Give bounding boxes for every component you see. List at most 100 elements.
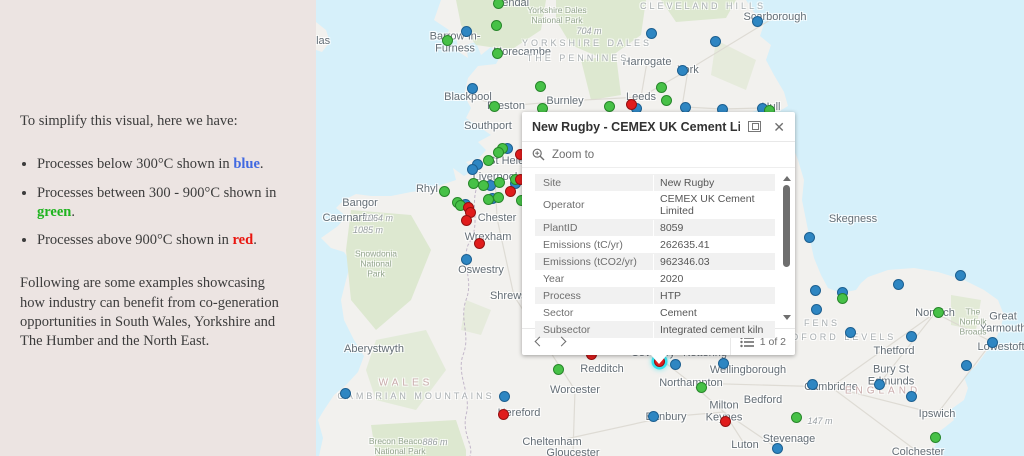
attribute-row: SiteNew Rugby: [535, 174, 775, 191]
attribute-value: Cement: [653, 305, 775, 321]
marker-red[interactable]: [461, 215, 472, 226]
previous-feature-button[interactable]: [535, 337, 545, 347]
marker-green[interactable]: [483, 155, 494, 166]
attribute-row: SectorCement: [535, 304, 775, 321]
marker-blue[interactable]: [752, 16, 763, 27]
map-label: CLEVELAND HILLS: [640, 1, 766, 11]
attribute-label: Emissions (tCO2/yr): [535, 254, 653, 270]
map-canvas[interactable]: DouglasKendalBarrow-in- FurnessMorecambe…: [316, 0, 1024, 456]
intro-paragraph: To simplify this visual, here we have:: [20, 112, 290, 131]
marker-blue[interactable]: [710, 36, 721, 47]
marker-blue[interactable]: [807, 379, 818, 390]
marker-green[interactable]: [439, 186, 450, 197]
attribute-row: SubsectorIntegrated cement kiln: [535, 321, 775, 338]
map-label: Redditch: [580, 363, 623, 375]
marker-green[interactable]: [493, 0, 504, 9]
marker-blue[interactable]: [810, 285, 821, 296]
map-label: CAMBRIAN MOUNTAINS: [337, 391, 494, 401]
marker-blue[interactable]: [772, 443, 783, 454]
marker-blue[interactable]: [467, 164, 478, 175]
map-label: Worcester: [550, 384, 600, 396]
marker-green[interactable]: [442, 35, 453, 46]
marker-green[interactable]: [535, 81, 546, 92]
map-label: Harrogate: [623, 56, 672, 68]
marker-blue[interactable]: [874, 379, 885, 390]
marker-green[interactable]: [791, 412, 802, 423]
marker-red[interactable]: [498, 409, 509, 420]
attribute-value: Integrated cement kiln: [653, 322, 775, 338]
marker-red[interactable]: [720, 416, 731, 427]
feature-popup: New Rugby - CEMEX UK Cement Limited ✕ Zo…: [522, 112, 795, 355]
marker-green[interactable]: [493, 192, 504, 203]
marker-blue[interactable]: [670, 359, 681, 370]
marker-red[interactable]: [626, 99, 637, 110]
marker-blue[interactable]: [804, 232, 815, 243]
marker-green[interactable]: [661, 95, 672, 106]
marker-green[interactable]: [491, 20, 502, 31]
marker-blue[interactable]: [845, 327, 856, 338]
marker-blue[interactable]: [499, 391, 510, 402]
popup-header: New Rugby - CEMEX UK Cement Limited ✕: [522, 112, 795, 142]
marker-blue[interactable]: [461, 254, 472, 265]
marker-green[interactable]: [604, 101, 615, 112]
marker-green[interactable]: [494, 177, 505, 188]
map-label: YORKSHIRE DALES: [522, 38, 652, 48]
attribute-value: CEMEX UK Cement Limited: [653, 191, 775, 219]
dock-icon[interactable]: [748, 121, 761, 132]
marker-green[interactable]: [492, 48, 503, 59]
marker-green[interactable]: [656, 82, 667, 93]
map-label: Bangor: [342, 197, 377, 209]
screenshot-stage: To simplify this visual, here we have: P…: [0, 0, 1024, 456]
scrollbar-thumb[interactable]: [783, 185, 790, 267]
table-scrollbar[interactable]: [782, 176, 791, 320]
marker-blue[interactable]: [987, 337, 998, 348]
close-icon[interactable]: ✕: [773, 120, 785, 134]
marker-green[interactable]: [930, 432, 941, 443]
marker-blue[interactable]: [955, 270, 966, 281]
legend-bullet: Processes between 300 - 900°C shown in g…: [37, 184, 290, 223]
map-label: Aberystwyth: [344, 343, 404, 355]
marker-red[interactable]: [474, 238, 485, 249]
legend-bullet: Processes above 900°C shown in red.: [37, 231, 290, 250]
map-label: Southport: [464, 120, 512, 132]
attribute-label: Process: [535, 288, 653, 304]
marker-green[interactable]: [478, 180, 489, 191]
attribute-value: 2020: [653, 271, 775, 287]
zoom-to-button[interactable]: Zoom to: [522, 142, 795, 168]
marker-blue[interactable]: [906, 331, 917, 342]
marker-blue[interactable]: [648, 411, 659, 422]
marker-green[interactable]: [837, 293, 848, 304]
marker-blue[interactable]: [467, 83, 478, 94]
marker-red[interactable]: [505, 186, 516, 197]
map-label: Rhyl: [416, 183, 438, 195]
marker-blue[interactable]: [677, 65, 688, 76]
marker-blue[interactable]: [340, 388, 351, 399]
marker-green[interactable]: [696, 382, 707, 393]
outro-paragraph: Following are some examples showcasing h…: [20, 274, 290, 351]
marker-green[interactable]: [483, 194, 494, 205]
marker-blue[interactable]: [718, 358, 729, 369]
marker-blue[interactable]: [680, 102, 691, 113]
map-label: Burnley: [546, 95, 583, 107]
map-label: Ipswich: [919, 408, 956, 420]
map-label: Gloucester: [546, 447, 599, 456]
marker-green[interactable]: [553, 364, 564, 375]
marker-green[interactable]: [493, 147, 504, 158]
marker-green[interactable]: [468, 178, 479, 189]
marker-blue[interactable]: [906, 391, 917, 402]
scroll-down-arrow[interactable]: [783, 315, 791, 320]
scroll-up-arrow[interactable]: [783, 176, 791, 181]
marker-blue[interactable]: [461, 26, 472, 37]
map-label: Yorkshire Dales National Park: [527, 6, 586, 26]
marker-green[interactable]: [489, 101, 500, 112]
marker-blue[interactable]: [893, 279, 904, 290]
marker-blue[interactable]: [646, 28, 657, 39]
marker-green[interactable]: [933, 307, 944, 318]
map-label: WALES: [379, 378, 434, 389]
next-feature-button[interactable]: [557, 337, 567, 347]
map-label: Bedford: [744, 394, 783, 406]
map-label: Luton: [731, 439, 759, 451]
marker-blue[interactable]: [961, 360, 972, 371]
marker-blue[interactable]: [811, 304, 822, 315]
attribute-row: OperatorCEMEX UK Cement Limited: [535, 191, 775, 219]
